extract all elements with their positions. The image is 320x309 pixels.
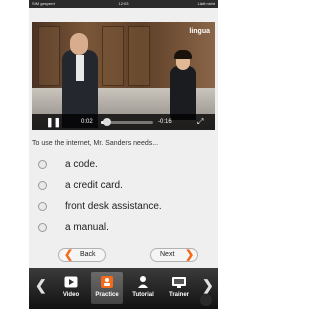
tab-label: Tutorial <box>132 292 154 298</box>
wall-panel <box>128 26 150 86</box>
answer-label: a credit card. <box>65 180 123 191</box>
trainer-icon <box>172 277 186 288</box>
pause-icon[interactable]: ❚❚ <box>46 115 61 129</box>
remaining-time: -0:16 <box>158 119 172 125</box>
chevron-right-icon: ❯ <box>185 249 195 261</box>
receptionist-figure <box>170 66 196 120</box>
answer-option[interactable]: a code. <box>38 159 208 171</box>
answer-label: a code. <box>65 159 98 170</box>
answer-option[interactable]: a credit card. <box>38 180 208 192</box>
answer-option[interactable]: front desk assistance. <box>38 201 208 213</box>
clock: 12:03 <box>118 1 129 6</box>
next-button[interactable]: Next ❯ <box>150 248 198 262</box>
video-icon <box>64 276 78 288</box>
question-text: To use the internet, Mr. Sanders needs..… <box>32 140 159 147</box>
app-screen: SIM gesperrt 12:03 Lädt nicht lingua ❚❚ … <box>29 0 218 309</box>
wall-panel <box>38 26 60 86</box>
man-shirt <box>76 55 84 81</box>
current-time: 0:02 <box>81 119 93 125</box>
fullscreen-icon[interactable]: ⤢ <box>197 114 203 130</box>
tab-label: Trainer <box>168 292 189 298</box>
home-button[interactable] <box>200 294 212 306</box>
practice-icon <box>101 276 113 288</box>
wall-panel <box>102 26 124 86</box>
man-head <box>70 33 88 55</box>
seek-bar[interactable] <box>101 118 153 126</box>
tab-video[interactable]: Video <box>55 272 87 304</box>
radio-icon[interactable] <box>38 202 47 211</box>
tab-bar: ❮ Video Practice Tutorial Trainer ❯ <box>29 268 218 309</box>
video-controls: ❚❚ 0:02 -0:16 ⤢ <box>32 114 215 130</box>
back-button[interactable]: ❮ Back <box>58 248 106 262</box>
chevron-left-icon[interactable]: ❮ <box>35 277 47 294</box>
seek-knob[interactable] <box>102 118 111 126</box>
answer-label: front desk assistance. <box>65 201 162 212</box>
radio-icon[interactable] <box>38 223 47 232</box>
chevron-right-icon[interactable]: ❯ <box>202 277 214 294</box>
receptionist-hair <box>174 50 192 59</box>
tab-tutorial[interactable]: Tutorial <box>127 272 159 304</box>
back-label: Back <box>80 251 96 258</box>
next-label: Next <box>160 251 175 258</box>
tab-label: Practice <box>95 292 119 298</box>
radio-icon[interactable] <box>38 160 47 169</box>
tab-trainer[interactable]: Trainer <box>163 272 195 304</box>
chevron-left-icon: ❮ <box>64 249 74 261</box>
battery-status: Lädt nicht <box>197 1 215 6</box>
answer-option[interactable]: a manual. <box>38 222 208 234</box>
brand-logo: lingua <box>189 28 210 35</box>
status-bar: SIM gesperrt 12:03 Lädt nicht <box>29 0 218 8</box>
tab-label: Video <box>62 292 80 298</box>
video-player[interactable]: lingua ❚❚ 0:02 -0:16 ⤢ <box>32 22 215 130</box>
tab-practice[interactable]: Practice <box>91 272 123 304</box>
radio-icon[interactable] <box>38 181 47 190</box>
tutorial-icon <box>138 276 148 288</box>
answer-label: a manual. <box>65 222 109 233</box>
